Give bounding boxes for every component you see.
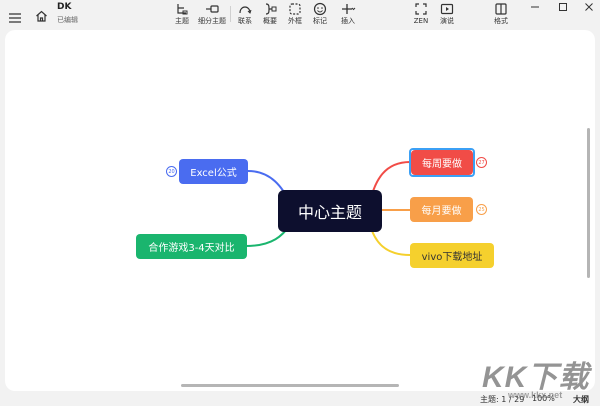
toolbar: DK 已编辑 主题 细分主题 联系 概要 外框 标记 插入 ZEN 演说 格式 <box>0 0 600 30</box>
boundary-label: 外框 <box>288 17 302 25</box>
relationship-label: 联系 <box>238 17 252 25</box>
collapse-badge-excel[interactable]: 20 <box>166 166 177 177</box>
minimize-button[interactable] <box>522 0 548 14</box>
zen-label: ZEN <box>413 17 429 25</box>
topic-game[interactable]: 合作游戏3-4天对比 <box>136 234 247 259</box>
maximize-icon <box>559 3 567 11</box>
insert-button[interactable]: 插入 <box>330 2 366 28</box>
home-icon[interactable] <box>35 7 48 22</box>
topic-vivo[interactable]: vivo下载地址 <box>410 243 494 268</box>
play-icon <box>440 3 454 15</box>
menu-icon[interactable] <box>9 8 21 23</box>
collapse-badge-weekly[interactable]: 27 <box>476 157 487 168</box>
minimize-icon <box>531 6 539 8</box>
subtopic-button[interactable]: 细分主题 <box>195 2 229 28</box>
topic-button[interactable]: 主题 <box>165 2 199 28</box>
central-topic[interactable]: 中心主题 <box>278 190 382 232</box>
panel-icon <box>495 3 507 15</box>
edit-status: 已编辑 <box>57 16 78 24</box>
topic-excel[interactable]: Excel公式 <box>179 159 248 184</box>
presentation-button[interactable]: 演说 <box>430 2 464 28</box>
horizontal-scrollbar[interactable] <box>181 384 399 387</box>
document-title: DK <box>57 2 72 12</box>
maximize-button[interactable] <box>550 0 576 14</box>
relationship-icon <box>239 6 252 14</box>
subtopic-label: 细分主题 <box>198 17 226 25</box>
marker-label: 标记 <box>313 17 327 25</box>
vertical-scrollbar[interactable] <box>587 128 590 278</box>
fullscreen-icon <box>415 3 427 15</box>
insert-label: 插入 <box>341 17 355 25</box>
summary-label: 概要 <box>263 17 277 25</box>
topic-monthly[interactable]: 每月要做 <box>410 197 473 222</box>
watermark-url: www.kkx.net <box>508 390 563 400</box>
collapse-badge-monthly[interactable]: 25 <box>476 204 487 215</box>
mindmap-canvas[interactable]: 中心主题 Excel公式 20 合作游戏3-4天对比 每周要做 27 每月要做 … <box>5 30 595 391</box>
format-label: 格式 <box>494 17 508 25</box>
topic-icon <box>177 4 188 15</box>
summary-icon <box>265 3 277 15</box>
format-button[interactable]: 格式 <box>484 2 518 28</box>
boundary-icon <box>289 3 301 15</box>
topic-label: 主题 <box>175 17 189 25</box>
subtopic-icon <box>206 5 219 13</box>
close-button[interactable] <box>576 0 600 14</box>
close-icon <box>585 3 593 11</box>
topic-weekly[interactable]: 每周要做 <box>411 150 473 175</box>
smiley-icon <box>313 2 327 16</box>
presentation-label: 演说 <box>440 17 454 25</box>
plus-icon <box>342 4 356 14</box>
